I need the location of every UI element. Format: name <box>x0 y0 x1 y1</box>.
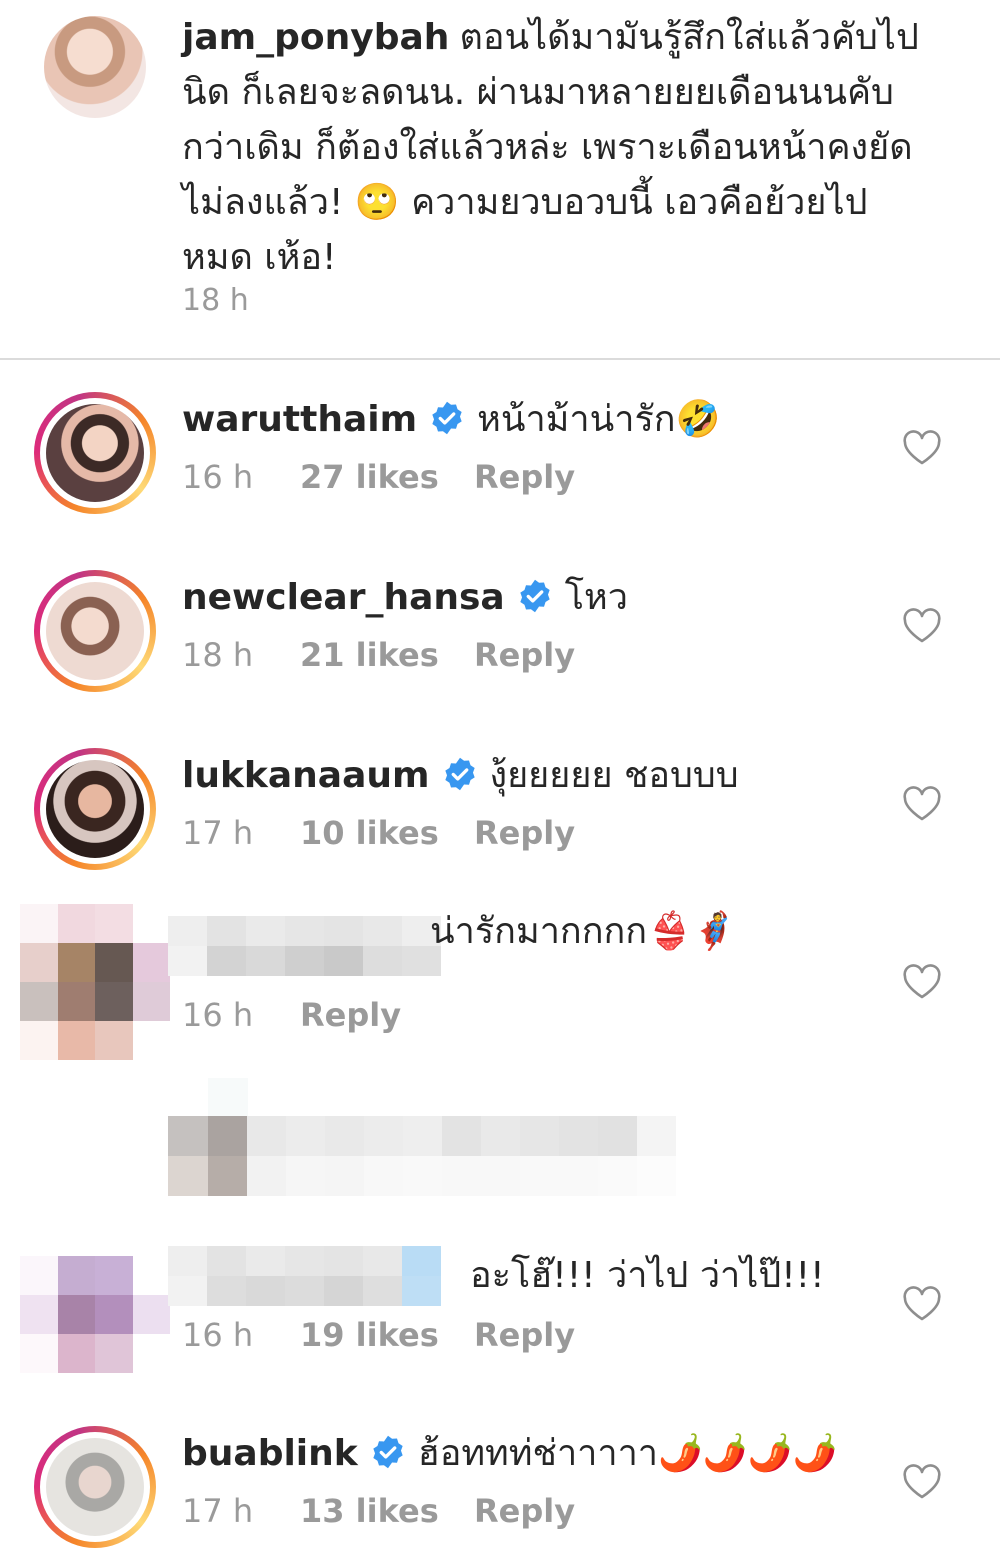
comment-item: อะโฮ๊!!! ว่าไป ว่าไป๊!!! 16 h 19 likes Rep… <box>0 1246 1000 1398</box>
comment-item: newclear_hansa โหว 18 h 21 likes Reply <box>0 570 1000 720</box>
avatar-story-ring[interactable] <box>34 570 156 692</box>
comment-text: หน้าม้าน่ารัก🤣 <box>477 399 721 440</box>
pixelated-avatar[interactable] <box>20 1256 170 1373</box>
comment-username[interactable]: lukkanaaum <box>182 755 430 796</box>
comment-time: 16 h <box>182 1316 254 1354</box>
caption-text: jam_ponybah ตอนได้มามันรู้สึกใส่แล้วคับไป… <box>182 10 922 285</box>
reply-button[interactable]: Reply <box>474 636 575 674</box>
comment-time: 16 h <box>182 458 254 496</box>
comment-text: น่ารักมากกกก👙🦸 <box>430 911 737 952</box>
heart-outline-icon[interactable] <box>902 1464 942 1500</box>
caption-block: jam_ponybah ตอนได้มามันรู้สึกใส่แล้วคับไป… <box>0 0 1000 358</box>
caption-avatar[interactable] <box>44 16 146 118</box>
pixelated-comment-block <box>168 1078 728 1196</box>
reply-button[interactable]: Reply <box>300 996 401 1034</box>
comment-meta: 16 h 19 likes Reply <box>182 1316 575 1354</box>
avatar <box>46 760 144 858</box>
comment-meta: 17 h 13 likes Reply <box>182 1492 575 1530</box>
avatar <box>46 1438 144 1536</box>
comment-item: warutthaim หน้าม้าน่ารัก🤣 16 h 27 likes Rep… <box>0 392 1000 542</box>
comment-item: น่ารักมากกกก👙🦸 16 h Reply <box>0 904 1000 1060</box>
heart-outline-icon[interactable] <box>902 786 942 822</box>
heart-outline-icon[interactable] <box>902 964 942 1000</box>
comment-likes[interactable]: 13 likes <box>300 1492 474 1530</box>
reply-button[interactable]: Reply <box>474 1492 575 1530</box>
pixelated-username <box>168 916 441 976</box>
comment-text: โหว <box>564 577 628 618</box>
comment-meta: 17 h 10 likes Reply <box>182 814 575 852</box>
comment-likes[interactable]: 21 likes <box>300 636 474 674</box>
comment-time: 17 h <box>182 1492 254 1530</box>
heart-outline-icon[interactable] <box>902 1286 942 1322</box>
comment-meta: 18 h 21 likes Reply <box>182 636 575 674</box>
comment-likes[interactable]: 10 likes <box>300 814 474 852</box>
verified-badge-icon <box>444 757 475 791</box>
reply-button[interactable]: Reply <box>474 814 575 852</box>
verified-badge-icon <box>373 1435 403 1469</box>
avatar <box>46 582 144 680</box>
reply-button[interactable]: Reply <box>474 1316 575 1354</box>
pixelated-avatar[interactable] <box>20 904 170 1060</box>
comment-item: buablink ฮ้อททท่ช่าาาาา🌶️🌶️🌶️🌶️ 17 h 13 li… <box>0 1426 1000 1557</box>
comment-meta: 16 h 27 likes Reply <box>182 458 575 496</box>
heart-outline-icon[interactable] <box>902 608 942 644</box>
verified-badge-icon <box>520 579 550 613</box>
comment-text: งุ้ยยยยย ชอบบบ <box>489 755 739 796</box>
comment-likes[interactable]: 19 likes <box>300 1316 474 1354</box>
comment-username[interactable]: newclear_hansa <box>182 577 505 618</box>
comment-username[interactable]: warutthaim <box>182 399 417 440</box>
verified-badge-icon <box>432 401 462 435</box>
comment-meta: 16 h Reply <box>182 996 401 1034</box>
avatar <box>46 404 144 502</box>
comment-item: lukkanaaum งุ้ยยยยย ชอบบบ 17 h 10 likes Rep… <box>0 748 1000 898</box>
reply-button[interactable]: Reply <box>474 458 575 496</box>
comment-text: อะโฮ๊!!! ว่าไป ว่าไป๊!!! <box>470 1255 825 1296</box>
comment-likes[interactable]: 27 likes <box>300 458 474 496</box>
avatar-story-ring[interactable] <box>34 392 156 514</box>
comment-time: 16 h <box>182 996 254 1034</box>
caption-username[interactable]: jam_ponybah <box>182 17 449 58</box>
divider <box>0 358 1000 360</box>
comment-time: 18 h <box>182 636 254 674</box>
caption-timestamp: 18 h <box>182 283 249 318</box>
comment-username[interactable]: buablink <box>182 1433 358 1474</box>
heart-outline-icon[interactable] <box>902 430 942 466</box>
avatar-story-ring[interactable] <box>34 748 156 870</box>
avatar-story-ring[interactable] <box>34 1426 156 1548</box>
comment-time: 17 h <box>182 814 254 852</box>
comment-text: ฮ้อททท่ช่าาาาา🌶️🌶️🌶️🌶️ <box>417 1433 838 1474</box>
pixelated-username <box>168 1246 441 1306</box>
